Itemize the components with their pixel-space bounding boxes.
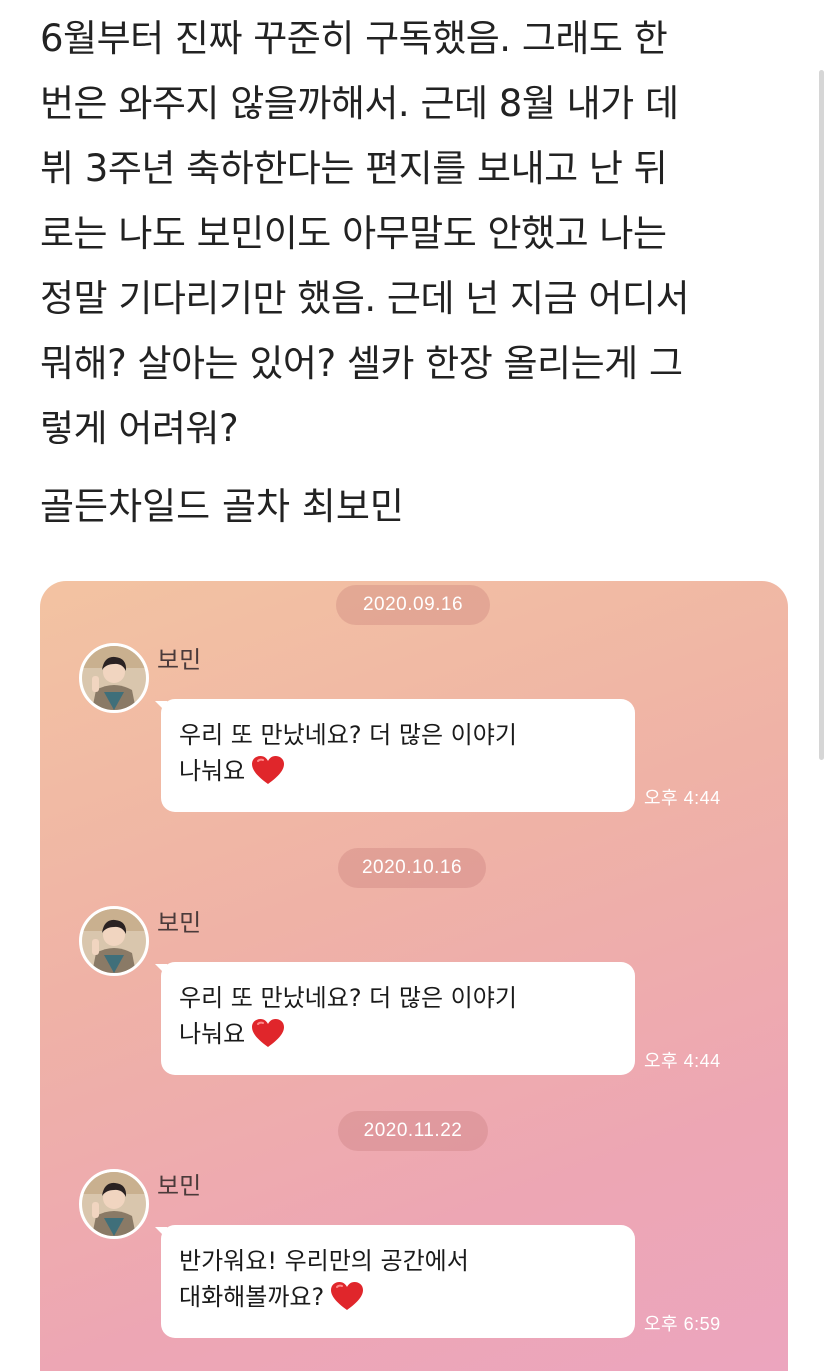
message-bubble: 우리 또 만났네요? 더 많은 이야기 나눠요 [155, 699, 635, 812]
date-separator: 2020.09.16 [336, 585, 490, 625]
avatar [79, 1169, 149, 1239]
post-body-text: 6월부터 진짜 꾸준히 구독했음. 그래도 한 번은 와주지 않을까해서. 근데… [40, 17, 690, 450]
message-time: 오후 4:44 [644, 788, 721, 808]
sender-name: 보민 [157, 646, 202, 674]
heart-icon [252, 756, 285, 784]
message-text: 우리 또 만났네요? 더 많은 이야기 [179, 984, 517, 1012]
date-separator: 2020.10.16 [338, 848, 486, 888]
message-text-line: 나눠요 [179, 1016, 617, 1052]
message-text: 나눠요 [179, 1020, 246, 1048]
message-time: 오후 6:59 [644, 1314, 721, 1334]
message-time: 오후 4:44 [644, 1051, 721, 1071]
message-text: 반가워요! 우리만의 공간에서 [179, 1247, 469, 1275]
chat-screenshot: 2020.09.16 보민 우리 또 만났네요? 더 많은 이야기 나눠요 오후… [40, 581, 788, 1371]
scrollbar[interactable] [819, 70, 824, 760]
sender-name: 보민 [157, 1172, 202, 1200]
sender-name: 보민 [157, 909, 202, 937]
message-text: 대화해볼까요? [179, 1283, 325, 1311]
avatar [79, 906, 149, 976]
message-text-line: 나눠요 [179, 753, 617, 789]
avatar [79, 643, 149, 713]
message-bubble: 우리 또 만났네요? 더 많은 이야기 나눠요 [155, 962, 635, 1075]
heart-icon [252, 1019, 285, 1047]
message-text: 나눠요 [179, 757, 246, 785]
message-bubble: 반가워요! 우리만의 공간에서 대화해볼까요? [155, 1225, 635, 1338]
date-separator: 2020.11.22 [338, 1111, 488, 1151]
heart-icon [331, 1282, 364, 1310]
message-text: 우리 또 만났네요? 더 많은 이야기 [179, 721, 517, 749]
message-text-line: 대화해볼까요? [179, 1279, 617, 1315]
post-signature-text: 골든차일드 골차 최보민 [40, 485, 404, 528]
